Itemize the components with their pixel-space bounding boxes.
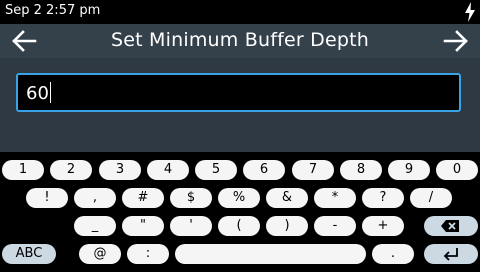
key-9[interactable]: 9 <box>388 160 430 180</box>
key-5[interactable]: 5 <box>195 160 237 180</box>
status-bar: Sep 2 2:57 pm <box>0 0 480 24</box>
page-title: Set Minimum Buffer Depth <box>111 29 369 51</box>
backspace-icon <box>441 220 459 232</box>
buffer-depth-input[interactable]: 60 <box>16 73 461 112</box>
key-hash[interactable]: # <box>122 188 164 208</box>
key-7[interactable]: 7 <box>292 160 334 180</box>
key-dollar[interactable]: $ <box>170 188 212 208</box>
key-asterisk[interactable]: * <box>314 188 356 208</box>
charging-bolt-icon <box>465 2 475 22</box>
space-key[interactable] <box>175 244 366 264</box>
key-question[interactable]: ? <box>362 188 404 208</box>
key-comma[interactable]: , <box>74 188 116 208</box>
key-open-paren[interactable]: ( <box>218 216 260 236</box>
on-screen-keyboard: 1 2 3 4 5 6 7 8 9 0 ! , # $ % & * ? / _ … <box>0 152 480 272</box>
key-at[interactable]: @ <box>79 244 121 264</box>
app-bar: Set Minimum Buffer Depth <box>0 24 480 58</box>
arrow-right-icon[interactable] <box>440 27 472 55</box>
key-underscore[interactable]: _ <box>74 216 116 236</box>
text-caret <box>49 82 52 103</box>
key-close-paren[interactable]: ) <box>266 216 308 236</box>
key-4[interactable]: 4 <box>147 160 189 180</box>
key-3[interactable]: 3 <box>99 160 141 180</box>
key-colon[interactable]: : <box>127 244 169 264</box>
key-plus[interactable]: + <box>362 216 404 236</box>
key-minus[interactable]: - <box>314 216 356 236</box>
key-1[interactable]: 1 <box>2 160 44 180</box>
key-8[interactable]: 8 <box>340 160 382 180</box>
key-slash[interactable]: / <box>410 188 452 208</box>
enter-key[interactable] <box>424 244 478 264</box>
status-time: Sep 2 2:57 pm <box>5 3 101 18</box>
abc-key[interactable]: ABC <box>2 244 56 264</box>
enter-icon <box>443 248 458 261</box>
key-period[interactable]: . <box>372 244 414 264</box>
key-0[interactable]: 0 <box>436 160 478 180</box>
input-value: 60 <box>26 82 52 104</box>
key-ampersand[interactable]: & <box>266 188 308 208</box>
content-area: 60 <box>0 58 480 152</box>
key-double-quote[interactable]: " <box>122 216 164 236</box>
key-single-quote[interactable]: ' <box>170 216 212 236</box>
input-text: 60 <box>26 83 49 104</box>
backspace-key[interactable] <box>424 216 478 236</box>
key-exclamation[interactable]: ! <box>26 188 68 208</box>
key-percent[interactable]: % <box>218 188 260 208</box>
key-6[interactable]: 6 <box>243 160 285 180</box>
key-2[interactable]: 2 <box>50 160 92 180</box>
